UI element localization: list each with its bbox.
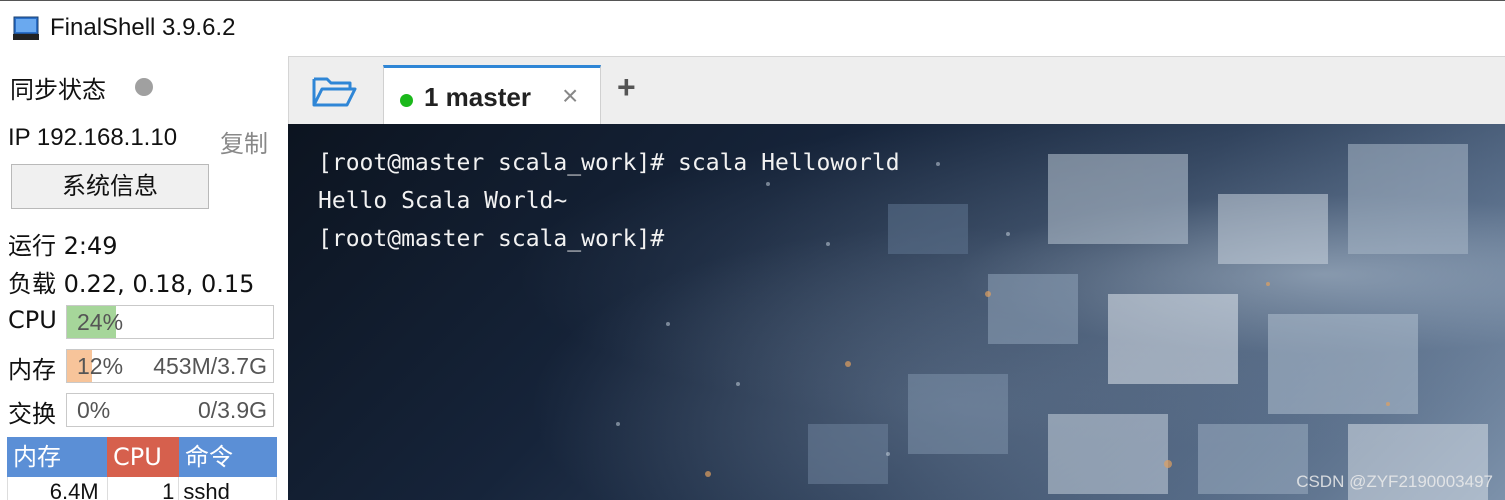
copy-ip-button[interactable]: 复制 bbox=[220, 124, 268, 159]
swap-percent: 0% bbox=[77, 397, 111, 423]
finalshell-monitor-icon bbox=[13, 16, 39, 40]
column-header-cpu[interactable]: CPU bbox=[107, 437, 179, 477]
column-header-memory[interactable]: 内存 bbox=[7, 437, 107, 477]
cpu-percent: 24% bbox=[77, 309, 124, 335]
uptime-text: 运行 2:49 bbox=[8, 232, 118, 260]
swap-detail: 0/3.9G bbox=[197, 397, 267, 423]
close-icon[interactable]: × bbox=[562, 82, 578, 110]
window-title: FinalShell 3.9.6.2 bbox=[50, 14, 236, 41]
table-row[interactable]: 6.4M 1 sshd bbox=[7, 477, 277, 500]
sync-status-label: 同步状态 bbox=[10, 76, 106, 104]
cpu-meter: 24% bbox=[66, 305, 274, 339]
system-info-button[interactable]: 系统信息 bbox=[11, 164, 209, 209]
title-bar: FinalShell 3.9.6.2 bbox=[0, 0, 1505, 56]
load-average-text: 负载 0.22, 0.18, 0.15 bbox=[8, 270, 255, 298]
tab-label: 1 master bbox=[424, 82, 531, 112]
cpu-meter-label: CPU bbox=[8, 306, 57, 334]
swap-meter: 0% 0/3.9G bbox=[66, 393, 274, 427]
memory-percent: 12% bbox=[77, 353, 124, 379]
process-command: sshd bbox=[179, 477, 277, 500]
sync-status-indicator bbox=[135, 78, 153, 96]
folder-open-icon[interactable] bbox=[311, 73, 357, 109]
connection-status-icon bbox=[400, 94, 413, 107]
terminal-line: [root@master scala_work]# bbox=[318, 226, 665, 252]
process-table-header: 内存 CPU 命令 bbox=[7, 437, 277, 477]
column-header-command[interactable]: 命令 bbox=[179, 437, 277, 477]
ip-address: IP 192.168.1.10 bbox=[8, 124, 178, 151]
watermark: CSDN @ZYF2190003497 bbox=[1296, 472, 1493, 491]
session-tab-bar: 1 master × + bbox=[288, 56, 1505, 127]
memory-meter: 12% 453M/3.7G bbox=[66, 349, 274, 383]
process-table: 内存 CPU 命令 6.4M 1 sshd bbox=[7, 437, 277, 500]
process-memory: 6.4M bbox=[8, 477, 108, 500]
tab-master[interactable]: 1 master × bbox=[383, 65, 601, 127]
swap-meter-label: 交换 bbox=[8, 400, 56, 428]
process-cpu: 1 bbox=[108, 477, 180, 500]
terminal-line: Hello Scala World~ bbox=[318, 188, 568, 214]
sidebar: 同步状态 IP 192.168.1.10 复制 系统信息 运行 2:49 负载 … bbox=[0, 56, 287, 500]
terminal-pane[interactable]: [root@master scala_work]# scala Hellowor… bbox=[288, 124, 1505, 500]
memory-detail: 453M/3.7G bbox=[153, 353, 267, 379]
terminal-line: [root@master scala_work]# scala Hellowor… bbox=[318, 150, 900, 176]
add-tab-icon[interactable]: + bbox=[617, 71, 636, 103]
terminal-output[interactable]: [root@master scala_work]# scala Hellowor… bbox=[318, 144, 900, 258]
memory-meter-label: 内存 bbox=[8, 356, 56, 384]
